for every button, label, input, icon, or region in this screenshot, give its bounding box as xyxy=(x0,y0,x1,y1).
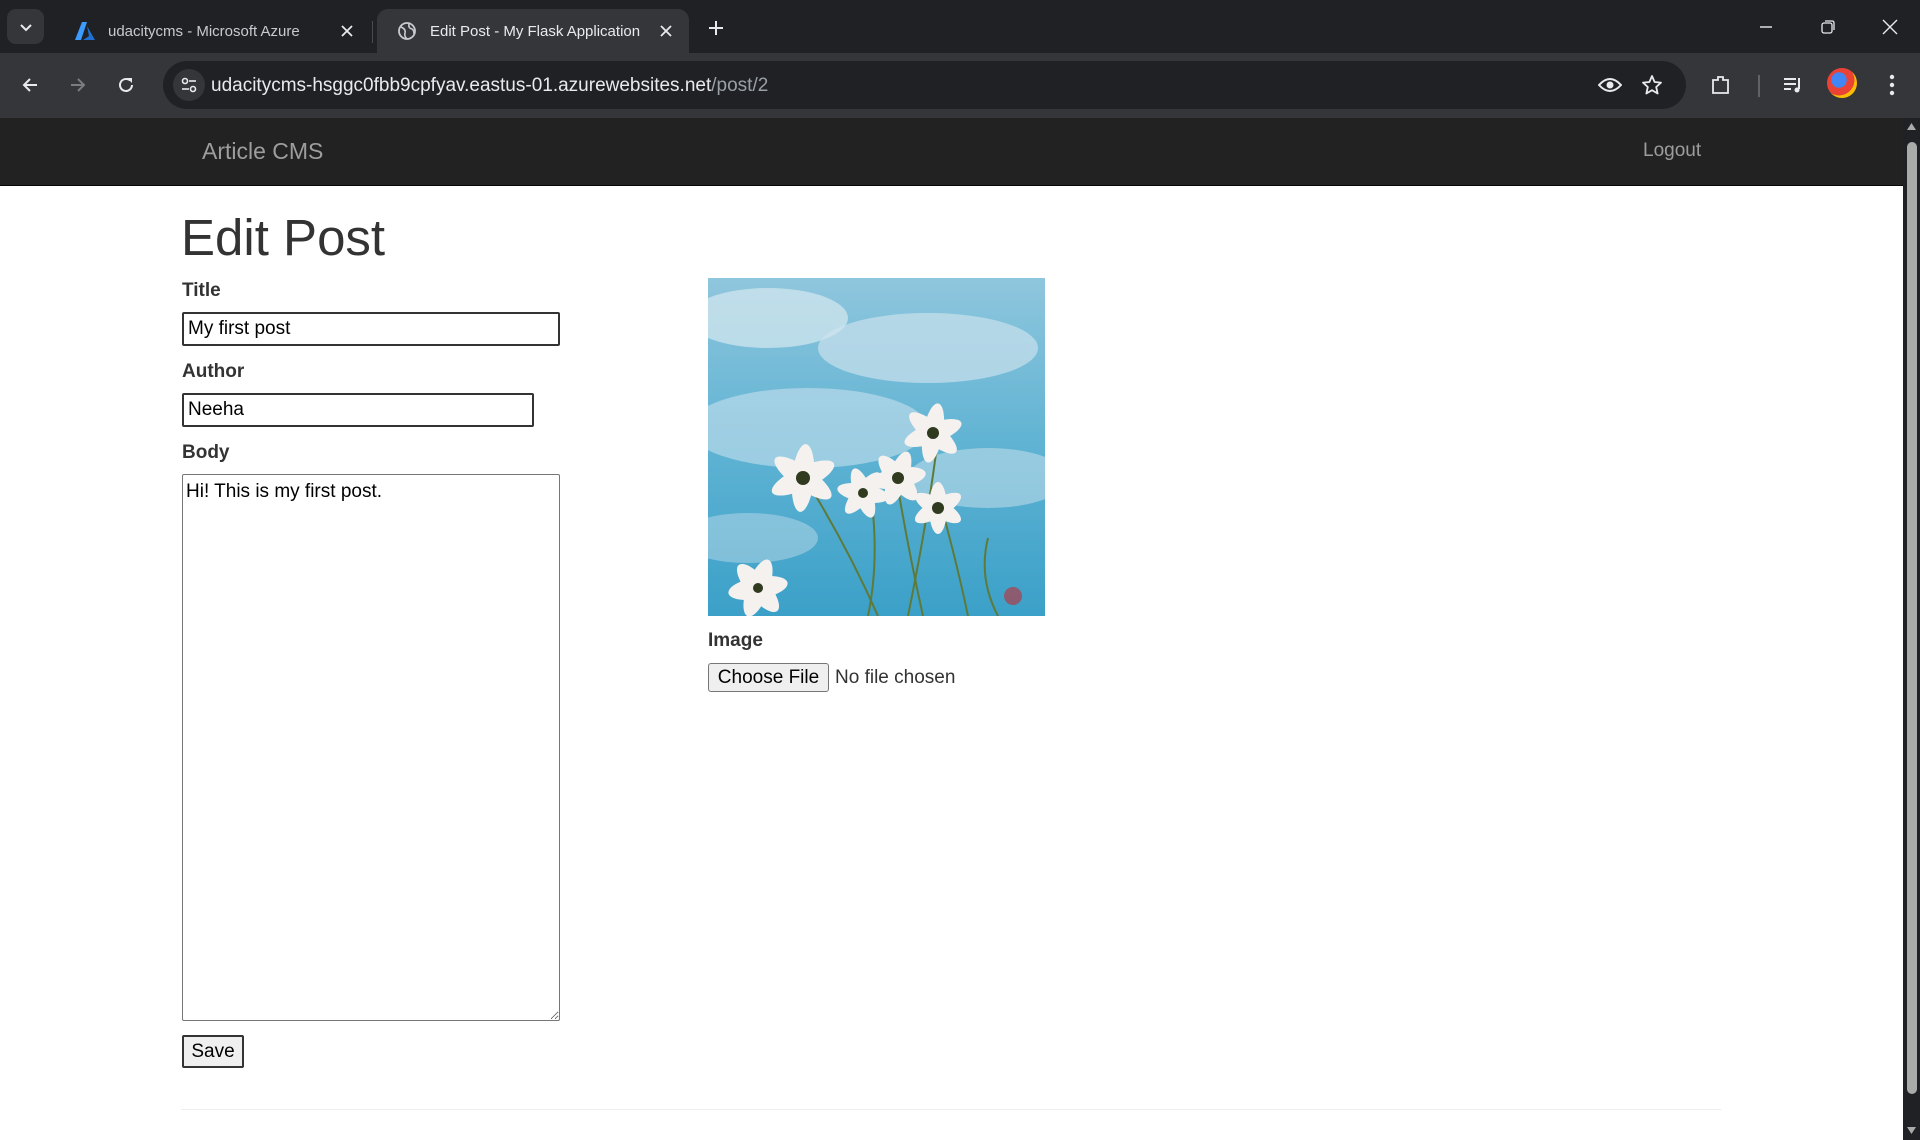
tab-edit-post[interactable]: Edit Post - My Flask Application xyxy=(377,9,689,53)
body-label: Body xyxy=(182,442,230,463)
browser-tabstrip: udacitycms - Microsoft Azure Edit Post -… xyxy=(0,0,1920,53)
reload-icon xyxy=(119,77,133,92)
tab-separator xyxy=(372,21,373,43)
forward-button[interactable] xyxy=(62,69,94,101)
media-control-icon[interactable] xyxy=(1777,69,1809,101)
tune-icon xyxy=(181,77,197,93)
browser-toolbar: udacitycms-hsggc0fbb9cpfyav.eastus-01.az… xyxy=(0,53,1920,118)
body-textarea[interactable] xyxy=(182,474,560,1021)
tab-title: udacitycms - Microsoft Azure xyxy=(108,22,300,40)
globe-icon xyxy=(397,21,417,41)
minimize-button[interactable] xyxy=(1746,10,1786,44)
title-label: Title xyxy=(182,280,221,301)
close-icon xyxy=(1882,19,1898,35)
save-button[interactable]: Save xyxy=(182,1035,244,1068)
close-icon[interactable] xyxy=(336,20,358,42)
tab-title: Edit Post - My Flask Application xyxy=(430,22,641,40)
brand-link[interactable]: Article CMS xyxy=(202,138,323,165)
arrow-right-icon xyxy=(71,78,86,92)
tab-search-button[interactable] xyxy=(7,9,44,44)
address-bar[interactable]: udacitycms-hsggc0fbb9cpfyav.eastus-01.az… xyxy=(163,61,1686,109)
arrow-left-icon xyxy=(22,78,37,92)
page-title: Edit Post xyxy=(181,209,386,266)
image-label: Image xyxy=(708,630,763,651)
url-text: udacitycms-hsggc0fbb9cpfyav.eastus-01.az… xyxy=(211,75,768,97)
restore-button[interactable] xyxy=(1808,10,1848,44)
close-window-button[interactable] xyxy=(1870,10,1910,44)
more-menu-icon[interactable] xyxy=(1876,69,1908,101)
author-label: Author xyxy=(182,361,245,382)
site-info-button[interactable] xyxy=(173,69,205,101)
eye-icon[interactable] xyxy=(1596,71,1624,99)
choose-file-button[interactable]: Choose File xyxy=(708,663,829,692)
scroll-up-icon[interactable] xyxy=(1906,122,1917,131)
scrollbar-thumb[interactable] xyxy=(1907,142,1917,1094)
footer-divider xyxy=(181,1109,1721,1110)
profile-avatar[interactable] xyxy=(1827,68,1857,98)
scroll-down-icon[interactable] xyxy=(1906,1126,1917,1135)
chevron-down-icon xyxy=(19,23,32,31)
toolbar-separator xyxy=(1758,75,1760,97)
title-field[interactable] xyxy=(182,312,560,346)
file-status-text: No file chosen xyxy=(835,666,956,688)
page-viewport: Article CMS Logout Edit Post Title Autho… xyxy=(0,118,1903,1140)
post-image xyxy=(708,278,1045,616)
page-scrollbar[interactable] xyxy=(1903,118,1920,1140)
file-input[interactable]: Choose File No file chosen xyxy=(708,663,955,692)
site-navbar: Article CMS Logout xyxy=(0,118,1903,186)
azure-icon xyxy=(75,21,95,41)
restore-icon xyxy=(1821,20,1835,34)
url-host: udacitycms-hsggc0fbb9cpfyav.eastus-01.az… xyxy=(211,75,712,96)
back-button[interactable] xyxy=(14,69,46,101)
new-tab-button[interactable] xyxy=(702,14,730,42)
reload-button[interactable] xyxy=(110,69,142,101)
star-icon[interactable] xyxy=(1638,71,1666,99)
logout-link[interactable]: Logout xyxy=(1643,140,1701,162)
extensions-icon[interactable] xyxy=(1705,69,1737,101)
url-path: /post/2 xyxy=(711,75,769,96)
tab-azure[interactable]: udacitycms - Microsoft Azure xyxy=(55,9,370,53)
close-icon[interactable] xyxy=(655,20,677,42)
plus-icon xyxy=(709,21,723,35)
author-field[interactable] xyxy=(182,393,534,427)
minimize-icon xyxy=(1760,26,1772,28)
